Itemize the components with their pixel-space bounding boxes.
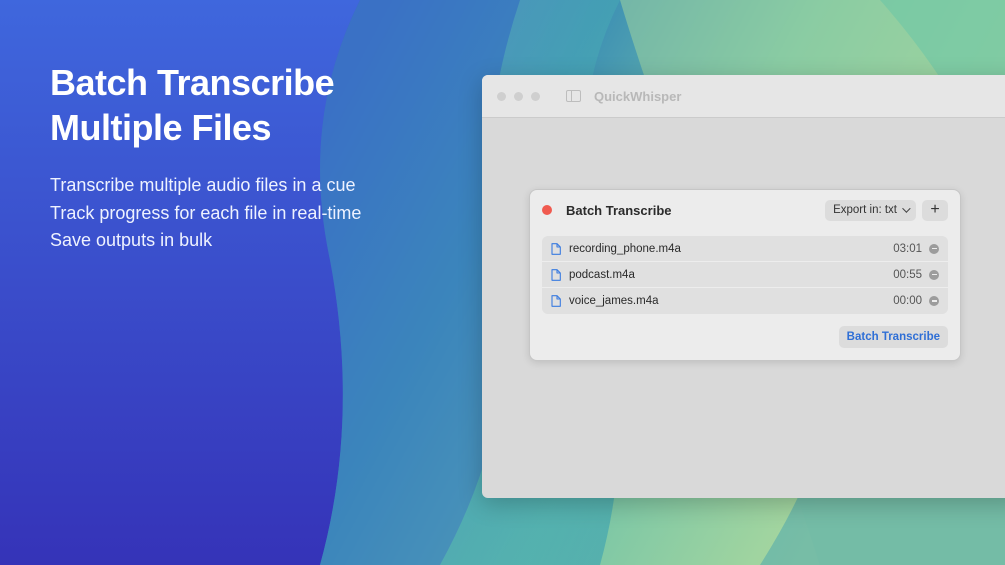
batch-transcribe-button[interactable]: Batch Transcribe [838, 326, 948, 348]
hero-section: Batch Transcribe Multiple Files Transcri… [50, 60, 361, 255]
dialog-header: Batch Transcribe Export in: txt + [530, 190, 960, 230]
dialog-close-button[interactable] [542, 205, 552, 215]
feature-item: Transcribe multiple audio files in a cue [50, 175, 356, 195]
file-duration: 03:01 [893, 242, 922, 255]
document-icon [551, 295, 561, 307]
sidebar-toggle-icon[interactable] [566, 90, 581, 102]
list-item[interactable]: recording_phone.m4a 03:01 [542, 236, 948, 262]
remove-icon[interactable] [929, 296, 939, 306]
export-format-label: Export in: txt [833, 204, 897, 216]
remove-icon[interactable] [929, 243, 939, 254]
list-item[interactable]: voice_james.m4a 00:00 [542, 288, 948, 314]
app-title: QuickWhisper [594, 88, 682, 104]
feature-item: Save outputs in bulk [50, 230, 213, 250]
window-minimize-button[interactable] [514, 91, 523, 101]
file-name: podcast.m4a [569, 268, 635, 281]
file-name: voice_james.m4a [569, 295, 659, 307]
file-duration: 00:55 [893, 268, 922, 281]
list-item[interactable]: podcast.m4a 00:55 [542, 262, 948, 288]
chevron-down-icon [902, 204, 911, 213]
feature-list: Transcribe multiple audio files in a cue… [50, 172, 361, 255]
window-titlebar: QuickWhisper [482, 75, 1005, 118]
file-name: recording_phone.m4a [569, 242, 681, 255]
document-icon [551, 268, 561, 281]
batch-transcribe-dialog: Batch Transcribe Export in: txt + record… [529, 189, 961, 361]
dialog-title: Batch Transcribe [566, 202, 672, 218]
export-format-dropdown[interactable]: Export in: txt [825, 199, 916, 221]
remove-icon[interactable] [929, 269, 939, 280]
document-icon [551, 242, 561, 255]
file-duration: 00:00 [893, 295, 922, 307]
add-file-button[interactable]: + [922, 199, 948, 221]
window-close-button[interactable] [497, 91, 506, 101]
hero-title: Batch Transcribe Multiple Files [50, 62, 335, 148]
feature-item: Track progress for each file in real-tim… [50, 202, 362, 223]
window-zoom-button[interactable] [531, 91, 540, 101]
window-controls [497, 91, 540, 101]
file-list: recording_phone.m4a 03:01 podcast.m4a 00… [542, 236, 948, 314]
app-window: QuickWhisper Batch Transcribe Export in:… [482, 75, 1005, 498]
